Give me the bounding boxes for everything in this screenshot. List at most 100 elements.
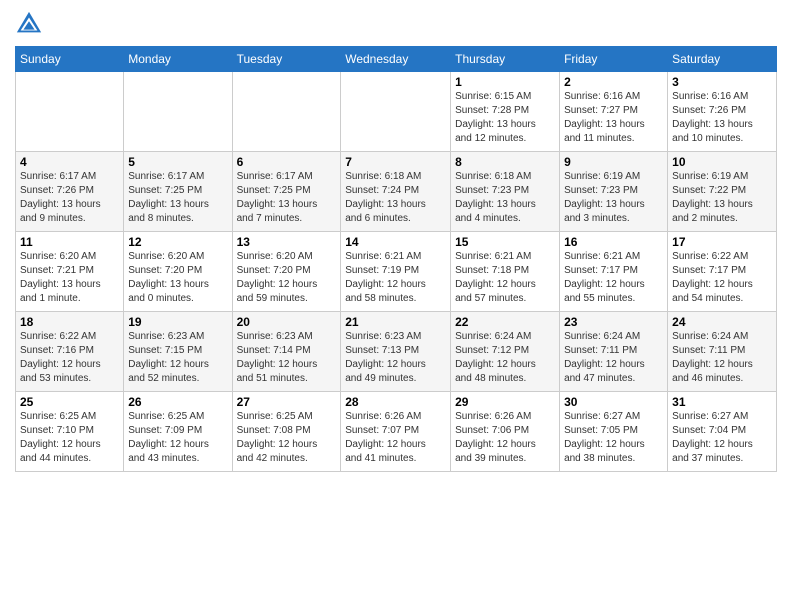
day-number: 11 xyxy=(20,235,119,249)
day-number: 27 xyxy=(237,395,337,409)
day-number: 5 xyxy=(128,155,227,169)
day-number: 30 xyxy=(564,395,663,409)
calendar-cell: 23Sunrise: 6:24 AM Sunset: 7:11 PM Dayli… xyxy=(560,312,668,392)
day-number: 26 xyxy=(128,395,227,409)
weekday-header-friday: Friday xyxy=(560,47,668,72)
week-row-5: 25Sunrise: 6:25 AM Sunset: 7:10 PM Dayli… xyxy=(16,392,777,472)
weekday-header-thursday: Thursday xyxy=(451,47,560,72)
day-number: 16 xyxy=(564,235,663,249)
day-number: 7 xyxy=(345,155,446,169)
calendar-cell: 19Sunrise: 6:23 AM Sunset: 7:15 PM Dayli… xyxy=(124,312,232,392)
day-info: Sunrise: 6:17 AM Sunset: 7:25 PM Dayligh… xyxy=(237,170,337,226)
day-number: 18 xyxy=(20,315,119,329)
page-container: SundayMondayTuesdayWednesdayThursdayFrid… xyxy=(0,0,792,612)
day-info: Sunrise: 6:22 AM Sunset: 7:16 PM Dayligh… xyxy=(20,330,119,386)
calendar-cell: 11Sunrise: 6:20 AM Sunset: 7:21 PM Dayli… xyxy=(16,232,124,312)
day-info: Sunrise: 6:20 AM Sunset: 7:20 PM Dayligh… xyxy=(128,250,227,306)
calendar-cell xyxy=(16,72,124,152)
day-number: 10 xyxy=(672,155,772,169)
day-info: Sunrise: 6:20 AM Sunset: 7:20 PM Dayligh… xyxy=(237,250,337,306)
calendar-cell: 7Sunrise: 6:18 AM Sunset: 7:24 PM Daylig… xyxy=(341,152,451,232)
weekday-header-wednesday: Wednesday xyxy=(341,47,451,72)
calendar-cell: 22Sunrise: 6:24 AM Sunset: 7:12 PM Dayli… xyxy=(451,312,560,392)
calendar-cell: 25Sunrise: 6:25 AM Sunset: 7:10 PM Dayli… xyxy=(16,392,124,472)
calendar-cell: 2Sunrise: 6:16 AM Sunset: 7:27 PM Daylig… xyxy=(560,72,668,152)
calendar-cell: 3Sunrise: 6:16 AM Sunset: 7:26 PM Daylig… xyxy=(668,72,777,152)
day-info: Sunrise: 6:17 AM Sunset: 7:26 PM Dayligh… xyxy=(20,170,119,226)
calendar-cell: 13Sunrise: 6:20 AM Sunset: 7:20 PM Dayli… xyxy=(232,232,341,312)
calendar-cell: 28Sunrise: 6:26 AM Sunset: 7:07 PM Dayli… xyxy=(341,392,451,472)
weekday-header-saturday: Saturday xyxy=(668,47,777,72)
day-number: 14 xyxy=(345,235,446,249)
calendar-cell: 17Sunrise: 6:22 AM Sunset: 7:17 PM Dayli… xyxy=(668,232,777,312)
logo-icon xyxy=(15,10,43,38)
day-number: 19 xyxy=(128,315,227,329)
weekday-header-sunday: Sunday xyxy=(16,47,124,72)
weekday-header-monday: Monday xyxy=(124,47,232,72)
calendar-cell: 4Sunrise: 6:17 AM Sunset: 7:26 PM Daylig… xyxy=(16,152,124,232)
calendar-cell: 1Sunrise: 6:15 AM Sunset: 7:28 PM Daylig… xyxy=(451,72,560,152)
day-number: 1 xyxy=(455,75,555,89)
calendar-cell xyxy=(341,72,451,152)
day-number: 17 xyxy=(672,235,772,249)
calendar-cell: 16Sunrise: 6:21 AM Sunset: 7:17 PM Dayli… xyxy=(560,232,668,312)
day-number: 23 xyxy=(564,315,663,329)
calendar-cell: 15Sunrise: 6:21 AM Sunset: 7:18 PM Dayli… xyxy=(451,232,560,312)
day-info: Sunrise: 6:27 AM Sunset: 7:04 PM Dayligh… xyxy=(672,410,772,466)
day-info: Sunrise: 6:26 AM Sunset: 7:06 PM Dayligh… xyxy=(455,410,555,466)
weekday-header-row: SundayMondayTuesdayWednesdayThursdayFrid… xyxy=(16,47,777,72)
calendar-cell: 24Sunrise: 6:24 AM Sunset: 7:11 PM Dayli… xyxy=(668,312,777,392)
day-info: Sunrise: 6:23 AM Sunset: 7:14 PM Dayligh… xyxy=(237,330,337,386)
calendar-cell: 12Sunrise: 6:20 AM Sunset: 7:20 PM Dayli… xyxy=(124,232,232,312)
calendar-cell: 5Sunrise: 6:17 AM Sunset: 7:25 PM Daylig… xyxy=(124,152,232,232)
day-number: 31 xyxy=(672,395,772,409)
calendar-cell: 10Sunrise: 6:19 AM Sunset: 7:22 PM Dayli… xyxy=(668,152,777,232)
calendar-cell: 31Sunrise: 6:27 AM Sunset: 7:04 PM Dayli… xyxy=(668,392,777,472)
day-info: Sunrise: 6:17 AM Sunset: 7:25 PM Dayligh… xyxy=(128,170,227,226)
day-info: Sunrise: 6:19 AM Sunset: 7:22 PM Dayligh… xyxy=(672,170,772,226)
day-number: 2 xyxy=(564,75,663,89)
day-number: 15 xyxy=(455,235,555,249)
week-row-3: 11Sunrise: 6:20 AM Sunset: 7:21 PM Dayli… xyxy=(16,232,777,312)
week-row-4: 18Sunrise: 6:22 AM Sunset: 7:16 PM Dayli… xyxy=(16,312,777,392)
day-info: Sunrise: 6:20 AM Sunset: 7:21 PM Dayligh… xyxy=(20,250,119,306)
day-number: 6 xyxy=(237,155,337,169)
day-info: Sunrise: 6:22 AM Sunset: 7:17 PM Dayligh… xyxy=(672,250,772,306)
calendar-cell: 27Sunrise: 6:25 AM Sunset: 7:08 PM Dayli… xyxy=(232,392,341,472)
calendar-cell xyxy=(124,72,232,152)
calendar-cell xyxy=(232,72,341,152)
day-number: 20 xyxy=(237,315,337,329)
day-info: Sunrise: 6:16 AM Sunset: 7:26 PM Dayligh… xyxy=(672,90,772,146)
calendar-cell: 6Sunrise: 6:17 AM Sunset: 7:25 PM Daylig… xyxy=(232,152,341,232)
day-number: 24 xyxy=(672,315,772,329)
logo xyxy=(15,10,47,38)
day-info: Sunrise: 6:25 AM Sunset: 7:08 PM Dayligh… xyxy=(237,410,337,466)
day-number: 28 xyxy=(345,395,446,409)
day-number: 22 xyxy=(455,315,555,329)
weekday-header-tuesday: Tuesday xyxy=(232,47,341,72)
day-number: 21 xyxy=(345,315,446,329)
calendar-cell: 20Sunrise: 6:23 AM Sunset: 7:14 PM Dayli… xyxy=(232,312,341,392)
day-info: Sunrise: 6:24 AM Sunset: 7:11 PM Dayligh… xyxy=(672,330,772,386)
calendar-cell: 18Sunrise: 6:22 AM Sunset: 7:16 PM Dayli… xyxy=(16,312,124,392)
day-number: 25 xyxy=(20,395,119,409)
week-row-2: 4Sunrise: 6:17 AM Sunset: 7:26 PM Daylig… xyxy=(16,152,777,232)
week-row-1: 1Sunrise: 6:15 AM Sunset: 7:28 PM Daylig… xyxy=(16,72,777,152)
calendar-cell: 29Sunrise: 6:26 AM Sunset: 7:06 PM Dayli… xyxy=(451,392,560,472)
day-info: Sunrise: 6:26 AM Sunset: 7:07 PM Dayligh… xyxy=(345,410,446,466)
day-info: Sunrise: 6:24 AM Sunset: 7:11 PM Dayligh… xyxy=(564,330,663,386)
day-info: Sunrise: 6:27 AM Sunset: 7:05 PM Dayligh… xyxy=(564,410,663,466)
day-info: Sunrise: 6:23 AM Sunset: 7:13 PM Dayligh… xyxy=(345,330,446,386)
day-number: 12 xyxy=(128,235,227,249)
day-number: 8 xyxy=(455,155,555,169)
day-info: Sunrise: 6:25 AM Sunset: 7:10 PM Dayligh… xyxy=(20,410,119,466)
day-number: 13 xyxy=(237,235,337,249)
day-info: Sunrise: 6:24 AM Sunset: 7:12 PM Dayligh… xyxy=(455,330,555,386)
day-info: Sunrise: 6:19 AM Sunset: 7:23 PM Dayligh… xyxy=(564,170,663,226)
day-info: Sunrise: 6:21 AM Sunset: 7:18 PM Dayligh… xyxy=(455,250,555,306)
day-info: Sunrise: 6:18 AM Sunset: 7:24 PM Dayligh… xyxy=(345,170,446,226)
day-info: Sunrise: 6:15 AM Sunset: 7:28 PM Dayligh… xyxy=(455,90,555,146)
day-number: 29 xyxy=(455,395,555,409)
calendar-cell: 9Sunrise: 6:19 AM Sunset: 7:23 PM Daylig… xyxy=(560,152,668,232)
calendar-table: SundayMondayTuesdayWednesdayThursdayFrid… xyxy=(15,46,777,472)
